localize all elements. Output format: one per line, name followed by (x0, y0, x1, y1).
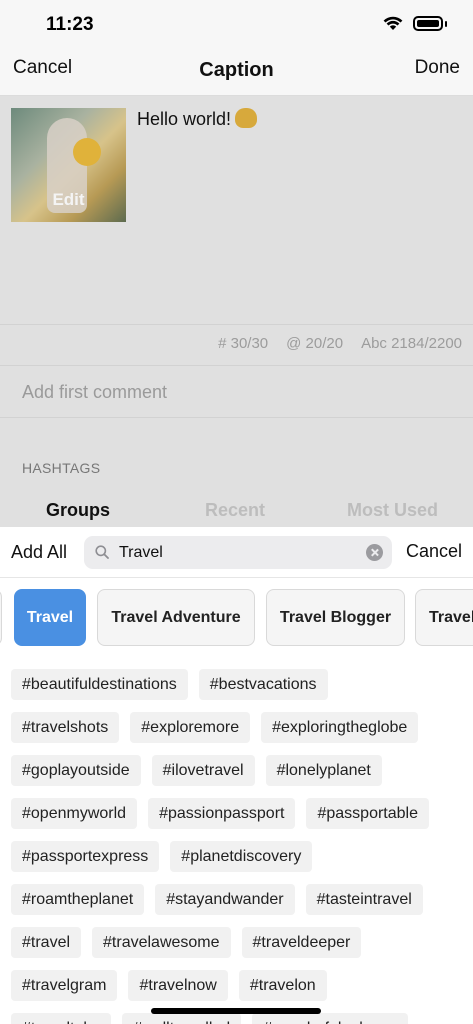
hashtag-chip[interactable]: #passportexpress (11, 841, 160, 872)
hashtag-chip[interactable]: #planetdiscovery (170, 841, 313, 872)
search-input[interactable] (119, 542, 354, 564)
group-chip-travel-adventure[interactable]: Travel Adventure (97, 589, 255, 646)
hashtag-row: #roamtheplanet #stayandwander #tasteintrav… (11, 884, 466, 915)
group-chip-travel-blogger[interactable]: Travel Blogger (266, 589, 405, 646)
divider (0, 417, 473, 418)
status-bar: 11:23 (0, 0, 473, 50)
group-chips: Travel Travel Adventure Travel Blogger T… (0, 589, 473, 647)
hashtag-chip[interactable]: #passportable (306, 798, 429, 829)
hashtag-chip[interactable]: #travel (11, 927, 82, 958)
hashtag-chip[interactable]: #lonelyplanet (265, 755, 382, 786)
hashtag-list: #beautifuldestinations #bestvacations #tra… (11, 669, 466, 1024)
hashtag-row: #goplayoutside #ilovetravel #lonelyplanet (11, 755, 466, 786)
hashtag-chip[interactable]: #travelawesome (92, 927, 231, 958)
hashtag-chip[interactable]: #passionpassport (148, 798, 296, 829)
group-chip-travel[interactable]: Travel (14, 589, 86, 646)
done-button[interactable]: Done (415, 57, 460, 79)
hashtag-row: #passportexpress #planetdiscovery (11, 841, 466, 872)
hashtag-chip[interactable]: #openmyworld (11, 798, 138, 829)
first-comment-input[interactable]: Add first comment (22, 382, 167, 403)
hashtag-tabs: Groups Recent Most Used (0, 496, 473, 526)
counters-row: # 30/30 @ 20/20 Abc 2184/2200 (0, 324, 473, 366)
wifi-icon (383, 16, 403, 30)
hashtag-chip[interactable]: #exploringtheglobe (261, 712, 419, 743)
hashtag-chip[interactable]: #welltravelled (122, 1013, 242, 1024)
nav-bar: Cancel Caption Done (0, 50, 473, 96)
hashtag-chip[interactable]: #bestvacations (198, 669, 328, 700)
photo-sunflower (73, 138, 101, 166)
battery-tip-icon (445, 20, 447, 27)
mention-counter: @ 20/20 (286, 335, 344, 352)
group-chip-travel-more[interactable]: Travel (415, 589, 473, 646)
clear-search-icon[interactable] (366, 544, 383, 561)
hashtag-chip[interactable]: #travelnow (128, 970, 228, 1001)
hashtag-chip[interactable]: #wonderful_places (252, 1013, 408, 1024)
group-chip-previous[interactable] (0, 589, 2, 646)
edit-thumbnail-label: Edit (52, 190, 85, 209)
caption-editor: Edit Hello world! # 30/30 @ 20/20 Abc 21… (0, 96, 473, 527)
status-time: 11:23 (46, 14, 94, 35)
hashtag-chip[interactable]: #ilovetravel (151, 755, 255, 786)
search-row: Add All Cancel (0, 527, 473, 578)
hashtags-section-label: HASHTAGS (22, 460, 101, 476)
post-thumbnail[interactable]: Edit (11, 108, 126, 222)
waving-hand-icon (235, 108, 258, 128)
hashtag-chip[interactable]: #tasteintravel (305, 884, 423, 915)
hashtag-chip[interactable]: #roamtheplanet (11, 884, 145, 915)
hashtag-row: #traveltoke #welltravelled #wonderful_plac… (11, 1013, 466, 1024)
battery-icon (413, 16, 443, 31)
hashtag-chip[interactable]: #travelon (238, 970, 327, 1001)
add-all-button[interactable]: Add All (11, 542, 67, 563)
search-icon (95, 545, 109, 559)
hashtag-row: #openmyworld #passionpassport #passportabl… (11, 798, 466, 829)
hashtag-search-sheet: Add All Cancel Travel Travel Adventure T… (0, 527, 473, 1024)
hashtag-chip[interactable]: #goplayoutside (11, 755, 141, 786)
status-icons (383, 16, 447, 31)
hashtag-counter: # 30/30 (218, 335, 269, 352)
char-counter: Abc 2184/2200 (361, 335, 462, 352)
hashtag-chip[interactable]: #travelshots (11, 712, 120, 743)
hashtag-chip[interactable]: #exploremore (130, 712, 251, 743)
search-cancel-button[interactable]: Cancel (406, 541, 462, 562)
hashtag-row: #travelshots #exploremore #exploringtheglo… (11, 712, 466, 743)
home-indicator (151, 1008, 321, 1014)
tab-most-used[interactable]: Most Used (347, 500, 438, 521)
hashtag-row: #beautifuldestinations #bestvacations (11, 669, 466, 700)
caption-text-area[interactable]: Hello world! (137, 108, 258, 130)
hashtag-chip[interactable]: #beautifuldestinations (11, 669, 188, 700)
page-title: Caption (199, 59, 274, 81)
caption-text: Hello world! (137, 109, 232, 129)
hashtag-chip[interactable]: #travelgram (11, 970, 118, 1001)
hashtag-row: #travelgram #travelnow #travelon (11, 970, 466, 1001)
hashtag-row: #travel #travelawesome #traveldeeper (11, 927, 466, 958)
tab-recent[interactable]: Recent (205, 500, 265, 521)
search-box[interactable] (84, 536, 392, 569)
hashtag-chip[interactable]: #stayandwander (155, 884, 295, 915)
hashtag-chip[interactable]: #traveltoke (11, 1013, 112, 1024)
hashtag-chip[interactable]: #traveldeeper (241, 927, 362, 958)
tab-groups[interactable]: Groups (46, 500, 110, 521)
